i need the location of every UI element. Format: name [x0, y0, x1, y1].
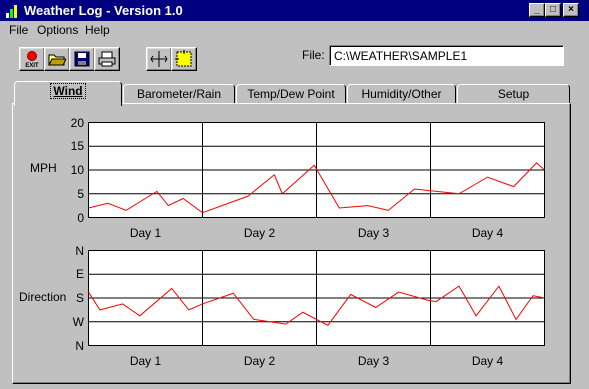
direction-axis-title: Direction — [19, 290, 67, 304]
direction-y-tick-label: S — [75, 291, 84, 305]
file-path-input[interactable] — [329, 45, 564, 66]
speed-y-tick-label: 0 — [77, 210, 84, 225]
maximize-button[interactable]: □ — [545, 3, 561, 17]
save-disk-icon — [74, 51, 90, 67]
app-icon — [6, 5, 17, 18]
speed-day-label: Day 4 — [471, 226, 504, 240]
app-window: Weather Log - Version 1.0 _ □ × File Opt… — [0, 0, 589, 389]
speed-y-tick-label: 5 — [77, 186, 84, 201]
tab-wind-label: Wind — [50, 83, 86, 99]
file-label: File: — [302, 48, 325, 62]
menu-file[interactable]: File — [9, 23, 28, 37]
open-button[interactable] — [44, 47, 70, 71]
zoom-button[interactable] — [171, 47, 197, 71]
wind-speed-chart — [88, 122, 545, 218]
tab-humidity-other[interactable]: Humidity/Other — [347, 84, 456, 104]
menu-help[interactable]: Help — [85, 23, 110, 37]
tab-barometer-rain-label: Barometer/Rain — [136, 87, 222, 101]
direction-y-tick-label: E — [75, 267, 84, 282]
tab-humidity-other-label: Humidity/Other — [361, 87, 442, 101]
speed-y-tick-label: 15 — [70, 139, 84, 154]
direction-day-label: Day 1 — [129, 354, 162, 368]
direction-y-tick-label: N — [75, 338, 84, 353]
tab-setup[interactable]: Setup — [457, 84, 570, 104]
tab-barometer-rain[interactable]: Barometer/Rain — [123, 84, 235, 104]
speed-y-tick-label: 20 — [70, 115, 84, 130]
exit-icon: EXIT — [25, 51, 39, 69]
speed-day-label: Day 2 — [243, 226, 276, 240]
cursor-button[interactable] — [146, 47, 172, 71]
exit-icon-label: EXIT — [25, 63, 39, 69]
tab-wind[interactable]: Wind — [14, 81, 122, 106]
tab-temp-dew-point-label: Temp/Dew Point — [247, 87, 335, 101]
direction-day-label: Day 3 — [357, 354, 390, 368]
window-title: Weather Log - Version 1.0 — [24, 3, 183, 18]
save-button[interactable] — [69, 47, 95, 71]
speed-y-tick-label: 10 — [70, 163, 84, 177]
print-button[interactable] — [94, 47, 120, 71]
open-folder-icon — [48, 54, 66, 66]
speed-day-label: Day 1 — [129, 226, 162, 240]
speed-axis-title: MPH — [30, 161, 57, 175]
exit-button[interactable]: EXIT — [19, 47, 45, 71]
minimize-button[interactable]: _ — [529, 3, 545, 17]
print-icon — [98, 51, 116, 67]
zoom-select-icon — [175, 50, 192, 67]
direction-y-tick-label: N — [75, 243, 84, 258]
close-button[interactable]: × — [563, 3, 579, 17]
wind-direction-chart — [88, 250, 545, 346]
tab-setup-label: Setup — [497, 87, 530, 101]
direction-day-label: Day 4 — [471, 354, 504, 368]
menu-options[interactable]: Options — [37, 23, 78, 37]
speed-day-label: Day 3 — [357, 226, 390, 240]
tab-temp-dew-point[interactable]: Temp/Dew Point — [236, 84, 346, 104]
crosshair-icon — [150, 51, 168, 67]
direction-day-label: Day 2 — [243, 354, 276, 368]
title-bar[interactable]: Weather Log - Version 1.0 _ □ × — [0, 0, 589, 21]
direction-y-tick-label: W — [72, 314, 84, 329]
